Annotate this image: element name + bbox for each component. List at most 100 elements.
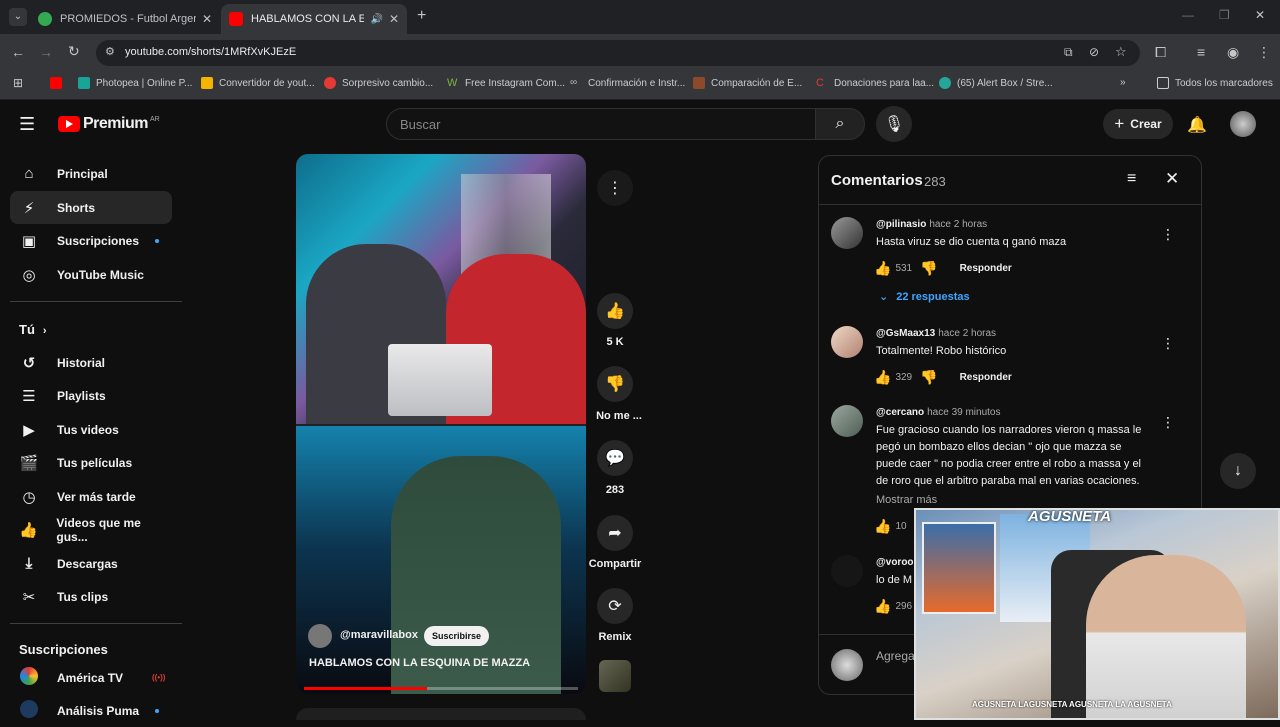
sidebar-item-playlists[interactable]: ☰ Playlists: [10, 379, 172, 412]
bookmark-confirmacion[interactable]: ∞ Confirmación e Instr...: [570, 77, 685, 89]
news-icon: [324, 77, 336, 89]
agusneta-logo: AGUSNETA: [1028, 508, 1112, 525]
short-menu-button[interactable]: ⋮: [597, 170, 633, 206]
sidebar-sub-analisis-puma[interactable]: Análisis Puma: [10, 694, 172, 727]
short-title[interactable]: HABLAMOS CON LA ESQUINA DE MAZZA: [309, 657, 530, 669]
channel-avatar[interactable]: [308, 624, 332, 648]
replies-toggle[interactable]: ⌄ 22 respuestas: [879, 290, 970, 303]
bookmark-youtube[interactable]: [50, 77, 68, 89]
dislike-button[interactable]: 👎: [597, 366, 633, 402]
bookmark-photopea[interactable]: Photopea | Online P...: [78, 77, 192, 89]
apps-grid-icon[interactable]: ⊞: [13, 76, 23, 90]
sidebar-item-historial[interactable]: ↺ Historial: [10, 346, 172, 379]
comment-menu-icon[interactable]: ⋮: [1161, 226, 1175, 243]
tab-search-icon[interactable]: ⌄: [9, 8, 27, 26]
sidebar-item-principal[interactable]: ⌂ Principal: [10, 157, 172, 190]
sidebar-sub-america-tv[interactable]: América TV ((•)): [10, 661, 172, 694]
sidebar-item-tus-videos[interactable]: ▶ Tus videos: [10, 413, 172, 446]
bookmark-alertbox[interactable]: (65) Alert Box / Stre...: [939, 77, 1053, 89]
site-settings-icon[interactable]: ⚙: [105, 45, 115, 58]
sidebar-item-youtube-music[interactable]: ◎ YouTube Music: [10, 258, 172, 291]
bookmark-convertidor[interactable]: Convertidor de yout...: [201, 77, 315, 89]
url-text[interactable]: youtube.com/shorts/1MRfXvKJEzE: [125, 46, 296, 58]
add-comment-input[interactable]: Agrega: [876, 649, 915, 663]
close-comments-icon[interactable]: ✕: [1165, 169, 1179, 189]
sidebar-item-suscripciones[interactable]: ▣ Suscripciones: [10, 224, 172, 257]
comment-avatar[interactable]: [831, 555, 863, 587]
sidebar-item-shorts[interactable]: ⚡ Shorts: [10, 191, 172, 224]
forward-icon[interactable]: →: [39, 44, 53, 60]
more-bookmarks-icon[interactable]: »: [1120, 77, 1126, 88]
tab-youtube-short[interactable]: HABLAMOS CON LA ESQUINA DE MAZZA 🔊 ✕: [221, 4, 407, 34]
thumbs-down-icon[interactable]: 👎: [920, 369, 937, 386]
youtube-play-logo-icon: [58, 116, 80, 132]
next-short-preview[interactable]: [296, 708, 586, 720]
bookmark-star-icon[interactable]: ☆: [1115, 44, 1127, 60]
address-bar[interactable]: ⚙ youtube.com/shorts/1MRfXvKJEzE ⧉ ⊘ ☆: [96, 40, 1140, 66]
sidebar-item-tus-peliculas[interactable]: 🎬 Tus películas: [10, 446, 172, 479]
thumbs-up-icon[interactable]: 👍: [874, 369, 891, 386]
back-icon[interactable]: ←: [11, 44, 25, 60]
comment-author[interactable]: @voroo: [876, 557, 914, 568]
search-button[interactable]: ⌕: [815, 108, 865, 140]
search-input[interactable]: Buscar: [386, 108, 816, 140]
clock-icon: ◷: [22, 488, 36, 506]
bookmark-donaciones[interactable]: C Donaciones para laa...: [816, 77, 934, 89]
new-tab-icon[interactable]: +: [417, 7, 426, 25]
voice-search-button[interactable]: 🎙: [876, 106, 912, 142]
sidebar-item-tus-clips[interactable]: ✂ Tus clips: [10, 580, 172, 613]
close-tab-icon[interactable]: ✕: [389, 12, 399, 26]
comment-avatar[interactable]: [831, 326, 863, 358]
tab-promiedos[interactable]: PROMIEDOS - Futbol Argentino ✕: [30, 4, 220, 34]
bookmark-instagram[interactable]: W Free Instagram Com...: [447, 77, 565, 89]
speaker-icon[interactable]: 🔊: [370, 14, 382, 25]
eye-off-icon[interactable]: ⊘: [1089, 45, 1099, 59]
thumbs-up-icon[interactable]: 👍: [874, 598, 891, 615]
restore-icon[interactable]: ❐: [1219, 8, 1230, 22]
remix-button[interactable]: ⟳: [597, 588, 633, 624]
profile-icon[interactable]: ◉: [1227, 44, 1239, 61]
comment-author[interactable]: @GsMaax13 hace 2 horas: [876, 328, 996, 339]
thumbs-up-icon[interactable]: 👍: [874, 518, 891, 535]
close-window-icon[interactable]: ✕: [1255, 8, 1265, 22]
show-more-link[interactable]: Mostrar más: [876, 494, 937, 506]
account-avatar[interactable]: [1230, 111, 1256, 137]
subscribe-button[interactable]: Suscribirse: [424, 626, 490, 646]
browser-menu-icon[interactable]: ⋮: [1257, 44, 1271, 61]
scroll-down-button[interactable]: ↓: [1220, 453, 1256, 489]
thumbs-up-icon[interactable]: 👍: [874, 260, 891, 277]
minimize-icon[interactable]: —: [1182, 8, 1194, 22]
all-bookmarks[interactable]: Todos los marcadores: [1157, 77, 1273, 89]
comment-menu-icon[interactable]: ⋮: [1161, 335, 1175, 352]
like-button[interactable]: 👍: [597, 293, 633, 329]
youtube-premium-logo[interactable]: Premium AR: [58, 115, 160, 133]
comment-author[interactable]: @cercano hace 39 minutos: [876, 407, 1001, 418]
sidebar-item-videos-que-me-gustan[interactable]: 👍 Videos que me gus...: [10, 513, 172, 546]
sidebar-item-ver-mas-tarde[interactable]: ◷ Ver más tarde: [10, 480, 172, 513]
comment-author[interactable]: @pilinasio hace 2 horas: [876, 219, 987, 230]
sort-icon[interactable]: ≡: [1127, 170, 1136, 188]
short-video-player[interactable]: @maravillabox Suscribirse HABLAMOS CON L…: [296, 154, 586, 694]
notifications-bell-icon[interactable]: 🔔: [1187, 115, 1207, 135]
sidebar-item-descargas[interactable]: ⤓ Descargas: [10, 547, 172, 580]
comment-avatar[interactable]: [831, 405, 863, 437]
reload-icon[interactable]: ↻: [68, 43, 80, 60]
w-icon: W: [447, 77, 458, 89]
audio-source-thumbnail[interactable]: [599, 660, 631, 692]
comments-button[interactable]: 💬: [597, 440, 633, 476]
share-button[interactable]: ➦: [597, 515, 633, 551]
comment-menu-icon[interactable]: ⋮: [1161, 414, 1175, 431]
extensions-icon[interactable]: ⧠: [1155, 44, 1166, 61]
create-button[interactable]: + Crear: [1103, 109, 1173, 139]
progress-bar[interactable]: [304, 687, 578, 690]
thumbs-down-icon[interactable]: 👎: [920, 260, 937, 277]
sidebar-you-heading[interactable]: Tú ›: [19, 322, 47, 337]
bookmark-sorpresivo[interactable]: Sorpresivo cambio...: [324, 77, 433, 89]
hamburger-menu-icon[interactable]: ☰: [19, 114, 35, 135]
close-tab-icon[interactable]: ✕: [202, 12, 212, 26]
bookmark-comparacion[interactable]: Comparación de E...: [693, 77, 802, 89]
media-queue-icon[interactable]: ≡: [1197, 44, 1205, 60]
comment-avatar[interactable]: [831, 217, 863, 249]
channel-handle[interactable]: @maravillabox: [340, 629, 418, 641]
install-app-icon[interactable]: ⧉: [1064, 45, 1073, 60]
